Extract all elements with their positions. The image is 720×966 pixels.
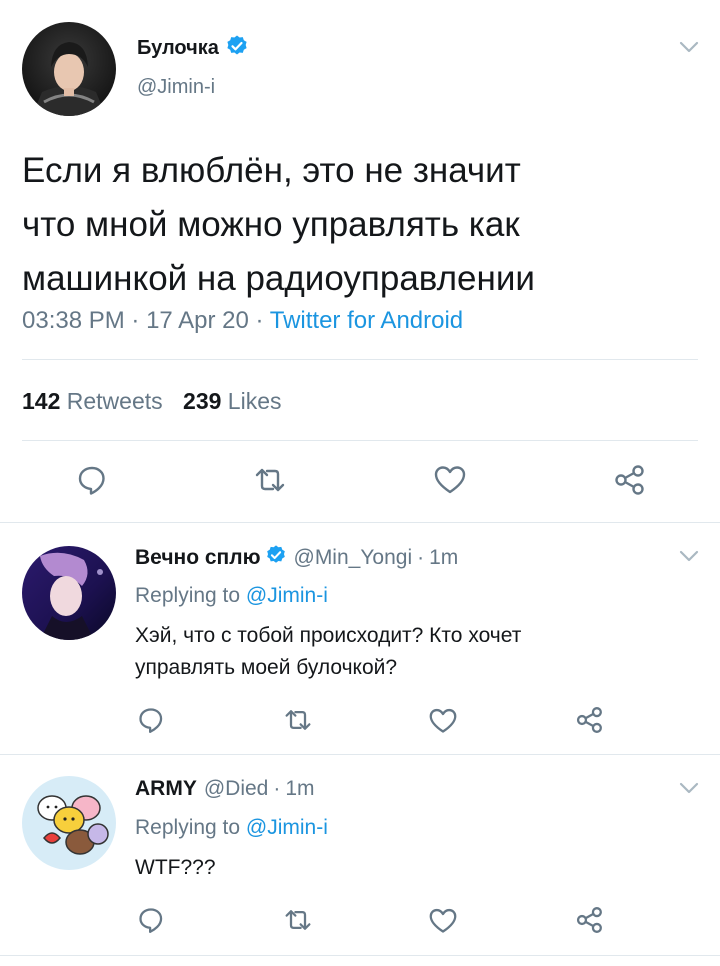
replying-to-link[interactable]: @Jimin-i (246, 816, 328, 839)
likes-stat[interactable]: 239 Likes (183, 388, 281, 414)
tweet-time: 03:38 PM (22, 307, 125, 334)
divider (0, 754, 720, 755)
divider (22, 359, 698, 360)
reply-2-handle[interactable]: @Died (204, 777, 269, 801)
retweet-icon[interactable] (283, 906, 313, 934)
reply-1-handle[interactable]: @Min_Yongi (294, 546, 413, 570)
reply-2-text: WTF??? (135, 852, 216, 884)
avatar-main[interactable] (22, 22, 116, 116)
likes-count: 239 (183, 388, 222, 414)
like-icon[interactable] (433, 464, 467, 496)
avatar-reply-1[interactable] (22, 546, 116, 640)
replying-to-label: Replying to (135, 584, 241, 607)
chevron-down-icon[interactable] (678, 36, 700, 58)
reply-1-display-name[interactable]: Вечно сплю (135, 546, 261, 570)
replying-to-label: Replying to (135, 816, 241, 839)
engagement-stats: 142 Retweets 239 Likes (22, 386, 282, 416)
retweet-icon[interactable] (283, 706, 313, 734)
tweet-date: 17 Apr 20 (146, 307, 249, 334)
reply-1-text: Хэй, что с тобой происходит? Кто хочет у… (135, 620, 521, 684)
reply-text-line: WTF??? (135, 856, 216, 879)
share-icon[interactable] (574, 706, 604, 734)
reply-text-line: управлять моей булочкой? (135, 656, 398, 679)
verified-badge-icon (265, 544, 287, 572)
divider (22, 440, 698, 441)
main-tweet-text: Если я влюблён, это не значит что мной м… (22, 144, 535, 306)
reply-text-line: Хэй, что с тобой происходит? Кто хочет (135, 624, 522, 647)
retweet-icon[interactable] (253, 464, 287, 496)
reply-icon[interactable] (137, 906, 165, 934)
tweet-text-line: что мной можно управлять как (22, 205, 520, 244)
meta-separator: · (131, 307, 140, 334)
avatar-reply-2[interactable] (22, 776, 116, 870)
reply-2-header: ARMY @Died · 1m (135, 775, 315, 803)
tweet-text-line: машинкой на радиоуправлении (22, 259, 535, 298)
main-author-line: Булочка (137, 34, 249, 62)
reply-1-time: 1m (429, 546, 459, 569)
divider (0, 955, 720, 956)
reply-2-replying-to: Replying to @Jimin-i (135, 814, 328, 842)
reply-icon[interactable] (137, 706, 165, 734)
chevron-down-icon[interactable] (678, 777, 700, 799)
like-icon[interactable] (428, 907, 458, 935)
meta-separator: · (255, 307, 264, 334)
meta-separator: · (273, 777, 281, 800)
divider (0, 522, 720, 523)
replying-to-link[interactable]: @Jimin-i (246, 584, 328, 607)
reply-2-display-name[interactable]: ARMY (135, 777, 197, 801)
retweets-stat[interactable]: 142 Retweets (22, 388, 169, 414)
chevron-down-icon[interactable] (678, 545, 700, 567)
reply-icon[interactable] (76, 464, 108, 496)
reply-1-replying-to: Replying to @Jimin-i (135, 582, 328, 610)
likes-label: Likes (227, 388, 282, 414)
reply-2-time: 1m (285, 777, 315, 800)
share-icon[interactable] (574, 906, 604, 934)
main-display-name[interactable]: Булочка (137, 37, 219, 60)
like-icon[interactable] (428, 707, 458, 735)
tweet-meta: 03:38 PM · 17 Apr 20 · Twitter for Andro… (22, 306, 463, 336)
retweets-count: 142 (22, 388, 61, 414)
share-icon[interactable] (612, 464, 646, 496)
retweets-label: Retweets (66, 388, 163, 414)
tweet-text-line: Если я влюблён, это не значит (22, 151, 521, 190)
meta-separator: · (417, 546, 425, 569)
verified-badge-icon (225, 34, 249, 63)
reply-1-header: Вечно сплю @Min_Yongi · 1m (135, 544, 458, 572)
tweet-source-link[interactable]: Twitter for Android (270, 307, 463, 334)
main-handle[interactable]: @Jimin-i (137, 76, 215, 99)
